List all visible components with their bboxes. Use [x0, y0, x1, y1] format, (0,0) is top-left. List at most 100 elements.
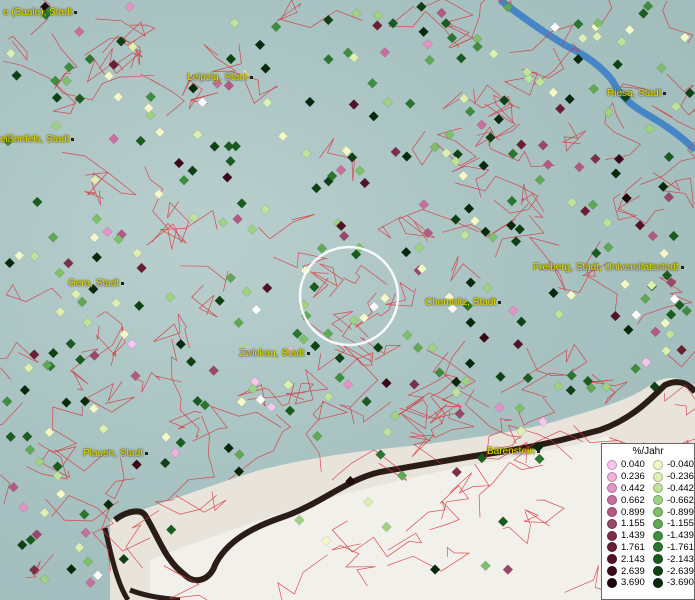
- station-marker[interactable]: [1, 396, 13, 407]
- station-marker[interactable]: [51, 92, 63, 103]
- station-marker[interactable]: [602, 217, 613, 228]
- station-marker[interactable]: [458, 93, 470, 104]
- station-marker[interactable]: [591, 31, 603, 42]
- station-marker[interactable]: [663, 151, 675, 163]
- station-marker[interactable]: [154, 126, 166, 138]
- station-marker[interactable]: [444, 129, 455, 141]
- station-marker[interactable]: [429, 142, 441, 153]
- station-marker[interactable]: [82, 556, 94, 567]
- station-marker[interactable]: [92, 570, 104, 581]
- station-marker[interactable]: [512, 338, 524, 350]
- station-marker[interactable]: [108, 133, 120, 145]
- station-marker[interactable]: [459, 229, 471, 241]
- station-marker[interactable]: [5, 48, 17, 59]
- station-marker[interactable]: [554, 103, 566, 115]
- station-marker[interactable]: [574, 161, 585, 173]
- station-marker[interactable]: [455, 53, 467, 64]
- station-marker[interactable]: [590, 247, 602, 259]
- station-marker[interactable]: [404, 98, 416, 109]
- station-marker[interactable]: [28, 564, 40, 576]
- station-marker[interactable]: [270, 21, 282, 33]
- station-marker[interactable]: [390, 146, 401, 158]
- station-marker[interactable]: [334, 372, 345, 383]
- station-marker[interactable]: [657, 181, 669, 192]
- station-marker[interactable]: [482, 282, 493, 294]
- station-marker[interactable]: [79, 396, 91, 407]
- station-marker[interactable]: [63, 61, 75, 73]
- station-marker[interactable]: [358, 312, 370, 324]
- station-marker[interactable]: [164, 292, 176, 303]
- station-marker[interactable]: [665, 309, 677, 320]
- station-marker[interactable]: [54, 267, 65, 279]
- station-marker[interactable]: [359, 177, 371, 189]
- station-marker[interactable]: [185, 356, 197, 367]
- station-marker[interactable]: [472, 41, 483, 52]
- station-marker[interactable]: [98, 423, 109, 435]
- station-marker[interactable]: [74, 93, 86, 104]
- station-marker[interactable]: [260, 63, 271, 74]
- station-marker[interactable]: [247, 224, 258, 235]
- station-marker[interactable]: [266, 401, 277, 413]
- map-view[interactable]: e (Saale), Stadt Leipzig, Stadt Riesa, S…: [0, 0, 695, 600]
- station-marker[interactable]: [549, 21, 561, 33]
- station-marker[interactable]: [548, 87, 559, 98]
- station-marker[interactable]: [416, 1, 427, 12]
- station-marker[interactable]: [534, 76, 546, 88]
- station-marker[interactable]: [656, 62, 667, 74]
- station-marker[interactable]: [464, 106, 476, 117]
- station-marker[interactable]: [647, 230, 659, 242]
- station-marker[interactable]: [458, 170, 469, 181]
- station-marker[interactable]: [587, 199, 599, 210]
- station-marker[interactable]: [367, 78, 378, 89]
- station-marker[interactable]: [89, 232, 100, 243]
- station-marker[interactable]: [254, 39, 266, 51]
- station-marker[interactable]: [542, 159, 554, 170]
- station-marker[interactable]: [126, 338, 138, 350]
- station-marker[interactable]: [603, 107, 614, 118]
- station-marker[interactable]: [312, 430, 323, 442]
- station-marker[interactable]: [18, 502, 29, 513]
- station-marker[interactable]: [173, 157, 185, 169]
- station-marker[interactable]: [361, 396, 372, 407]
- station-marker[interactable]: [133, 300, 145, 312]
- station-marker[interactable]: [573, 18, 584, 30]
- station-marker[interactable]: [82, 317, 93, 328]
- station-marker[interactable]: [88, 403, 100, 414]
- station-marker[interactable]: [646, 279, 657, 291]
- station-marker[interactable]: [382, 97, 394, 108]
- station-marker[interactable]: [463, 203, 475, 214]
- station-marker[interactable]: [311, 182, 322, 194]
- station-marker[interactable]: [514, 402, 526, 414]
- station-marker[interactable]: [664, 328, 676, 340]
- station-marker[interactable]: [660, 317, 671, 329]
- station-marker[interactable]: [436, 7, 447, 19]
- station-marker[interactable]: [251, 304, 262, 315]
- station-marker[interactable]: [34, 456, 45, 467]
- station-marker[interactable]: [32, 196, 43, 208]
- station-marker[interactable]: [640, 357, 652, 368]
- station-marker[interactable]: [284, 405, 296, 416]
- station-marker[interactable]: [85, 577, 96, 588]
- station-marker[interactable]: [112, 91, 124, 103]
- station-marker[interactable]: [402, 329, 413, 341]
- station-marker[interactable]: [230, 140, 242, 152]
- station-marker[interactable]: [505, 220, 517, 231]
- station-marker[interactable]: [143, 102, 154, 114]
- station-marker[interactable]: [261, 282, 273, 294]
- station-marker[interactable]: [91, 213, 102, 225]
- station-marker[interactable]: [676, 344, 687, 356]
- station-marker[interactable]: [577, 33, 589, 44]
- station-marker[interactable]: [50, 75, 61, 87]
- station-marker[interactable]: [451, 387, 462, 398]
- station-marker[interactable]: [603, 242, 614, 253]
- station-marker[interactable]: [84, 53, 96, 65]
- station-marker[interactable]: [48, 347, 59, 359]
- station-marker[interactable]: [379, 292, 391, 304]
- station-marker[interactable]: [19, 384, 31, 396]
- station-marker[interactable]: [553, 309, 565, 320]
- station-marker[interactable]: [372, 20, 383, 31]
- station-marker[interactable]: [660, 345, 672, 357]
- station-marker[interactable]: [66, 563, 77, 575]
- station-marker[interactable]: [103, 70, 115, 82]
- station-marker[interactable]: [309, 281, 320, 293]
